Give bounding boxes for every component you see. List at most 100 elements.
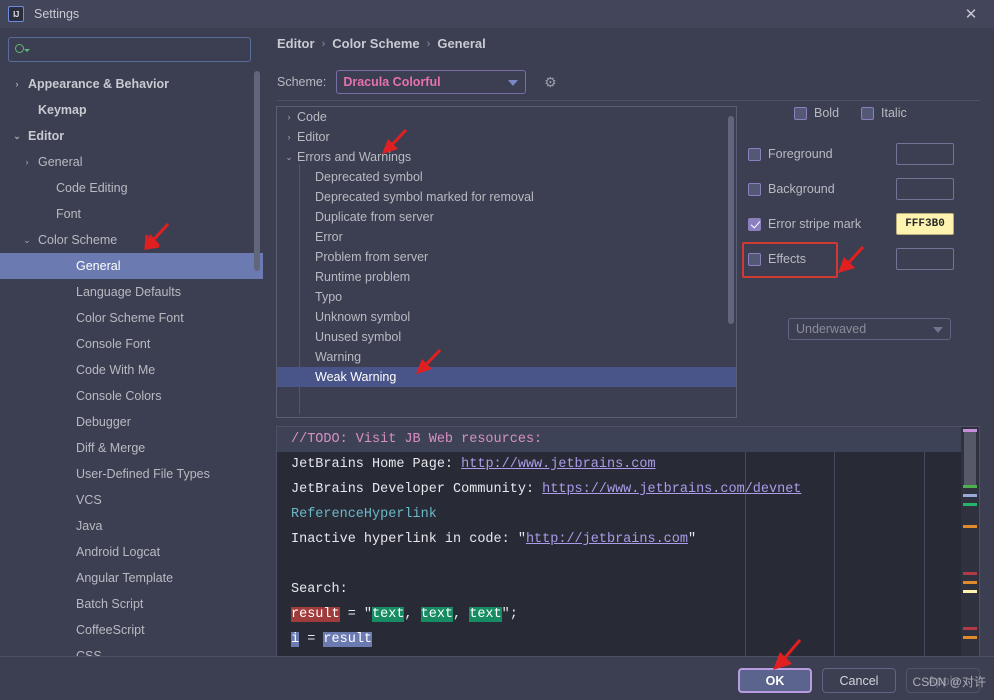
code-token: http://jetbrains.com — [525, 532, 688, 547]
italic-checkbox-item[interactable]: Italic — [861, 106, 907, 120]
sidebar-item-batch-script[interactable]: Batch Script — [0, 591, 263, 617]
bold-checkbox-item[interactable]: Bold — [794, 106, 839, 120]
error-stripe-marker[interactable] — [963, 485, 977, 488]
sidebar-item-diff-merge[interactable]: Diff & Merge — [0, 435, 263, 461]
sidebar-item-code-with-me[interactable]: Code With Me — [0, 357, 263, 383]
sidebar-item-css[interactable]: CSS — [0, 643, 263, 656]
sidebar-item-language-defaults[interactable]: Language Defaults — [0, 279, 263, 305]
sidebar-item-console-font[interactable]: Console Font — [0, 331, 263, 357]
option-row[interactable]: ⌄ Errors and Warnings — [277, 147, 736, 167]
sidebar-item-code-editing[interactable]: Code Editing — [0, 175, 263, 201]
error-stripe-marker[interactable] — [963, 636, 977, 639]
sidebar-item-java[interactable]: Java — [0, 513, 263, 539]
code-token: http://www.jetbrains.com — [461, 457, 656, 472]
error-stripe-mark-checkbox[interactable] — [748, 217, 761, 231]
chevron-right-icon[interactable]: › — [281, 112, 297, 122]
sidebar-item-debugger[interactable]: Debugger — [0, 409, 263, 435]
italic-checkbox[interactable] — [861, 106, 875, 120]
option-row[interactable]: Runtime problem — [277, 267, 736, 287]
background-color-swatch[interactable] — [896, 178, 954, 200]
code-token: , — [404, 607, 421, 622]
option-row[interactable]: Duplicate from server — [277, 207, 736, 227]
chevron-down-icon — [933, 327, 943, 333]
sidebar-item-font[interactable]: Font — [0, 201, 263, 227]
options-scrollbar[interactable] — [727, 108, 735, 417]
cancel-button[interactable]: Cancel — [822, 668, 896, 693]
sidebar-item-color-scheme[interactable]: ⌄ Color Scheme — [0, 227, 263, 253]
sidebar-item-color-scheme-font[interactable]: Color Scheme Font — [0, 305, 263, 331]
option-row[interactable]: › Code — [277, 107, 736, 127]
sidebar-item-general[interactable]: General — [0, 253, 263, 279]
background-checkbox[interactable] — [748, 182, 761, 196]
option-row-label: Editor — [297, 130, 330, 144]
option-row[interactable]: Problem from server — [277, 247, 736, 267]
code-token: Inactive hyperlink in code: " — [291, 532, 526, 547]
chevron-down-icon[interactable]: ⌄ — [20, 235, 34, 246]
effects-checkbox[interactable] — [748, 252, 761, 266]
sidebar-item-angular-template[interactable]: Angular Template — [0, 565, 263, 591]
option-row[interactable]: Typo — [277, 287, 736, 307]
option-row[interactable]: Deprecated symbol marked for removal — [277, 187, 736, 207]
sidebar-scrollbar-thumb[interactable] — [254, 71, 260, 271]
error-stripe-marker[interactable] — [963, 590, 977, 593]
breadcrumb-item[interactable]: Editor — [277, 36, 315, 51]
breadcrumb-item[interactable]: Color Scheme — [332, 36, 419, 51]
option-row[interactable]: Weak Warning — [277, 367, 736, 387]
error-stripe-marker[interactable] — [963, 494, 977, 497]
sidebar-item-general[interactable]: › General — [0, 149, 263, 175]
sidebar-scrollbar[interactable] — [253, 71, 260, 656]
attribute-row-background: Background — [748, 178, 988, 200]
settings-tree: › Appearance & Behavior Keymap ⌄ Editor › Gene… — [0, 71, 263, 656]
sidebar-item-label: Code With Me — [76, 363, 156, 377]
option-row[interactable]: › Editor — [277, 127, 736, 147]
title-bar: IJ Settings ✕ — [0, 0, 994, 28]
error-stripe-gutter[interactable] — [961, 427, 979, 673]
ok-button[interactable]: OK — [738, 668, 812, 693]
search-box[interactable] — [8, 37, 251, 62]
sidebar-item-editor[interactable]: ⌄ Editor — [0, 123, 263, 149]
sidebar-item-coffeescript[interactable]: CoffeeScript — [0, 617, 263, 643]
chevron-right-icon[interactable]: › — [10, 79, 24, 89]
sidebar-item-console-colors[interactable]: Console Colors — [0, 383, 263, 409]
error-stripe-marker[interactable] — [963, 581, 977, 584]
chevron-down-icon[interactable]: ⌄ — [10, 131, 24, 142]
chevron-down-icon[interactable]: ⌄ — [281, 152, 297, 163]
error-stripe-marker[interactable] — [963, 627, 977, 630]
foreground-color-swatch[interactable] — [896, 143, 954, 165]
gear-icon[interactable]: ⚙ — [540, 72, 560, 92]
sidebar-item-android-logcat[interactable]: Android Logcat — [0, 539, 263, 565]
error-stripe-marker[interactable] — [963, 503, 977, 506]
sidebar-item-keymap[interactable]: Keymap — [0, 97, 263, 123]
bold-checkbox[interactable] — [794, 106, 807, 120]
error-stripe-mark-color-swatch[interactable]: FFF3B0 — [896, 213, 954, 235]
sidebar-item-vcs[interactable]: VCS — [0, 487, 263, 513]
effect-type-dropdown[interactable]: Underwaved — [788, 318, 951, 340]
preview-scrollbar-thumb[interactable] — [964, 430, 976, 488]
code-token: " — [687, 532, 697, 547]
option-row[interactable]: Unused symbol — [277, 327, 736, 347]
error-stripe-marker[interactable] — [963, 525, 977, 528]
sidebar-item-appearance-behavior[interactable]: › Appearance & Behavior — [0, 71, 263, 97]
chevron-right-icon[interactable]: › — [20, 157, 34, 167]
effects-color-swatch[interactable] — [896, 248, 954, 270]
option-row[interactable]: Unknown symbol — [277, 307, 736, 327]
sidebar-item-label: General — [76, 259, 121, 273]
chevron-right-icon[interactable]: › — [281, 132, 297, 142]
scheme-dropdown[interactable]: Dracula Colorful — [336, 70, 527, 94]
sidebar-item-user-defined-file-types[interactable]: User-Defined File Types — [0, 461, 263, 487]
option-row-label: Typo — [315, 290, 343, 304]
code-token: https://www.jetbrains.com/devnet — [542, 482, 802, 497]
breadcrumb-item[interactable]: General — [437, 36, 485, 51]
option-row[interactable]: Warning — [277, 347, 736, 367]
breadcrumb: Editor › Color Scheme › General — [277, 36, 486, 51]
search-input[interactable] — [34, 42, 234, 57]
error-stripe-marker[interactable] — [963, 572, 977, 575]
option-row[interactable]: Deprecated symbol — [277, 167, 736, 187]
close-icon[interactable]: ✕ — [948, 0, 994, 28]
error-stripe-marker[interactable] — [963, 429, 977, 432]
option-row[interactable]: Error — [277, 227, 736, 247]
foreground-checkbox[interactable] — [748, 147, 761, 161]
options-scrollbar-thumb[interactable] — [728, 116, 734, 324]
code-token: text — [372, 607, 405, 622]
